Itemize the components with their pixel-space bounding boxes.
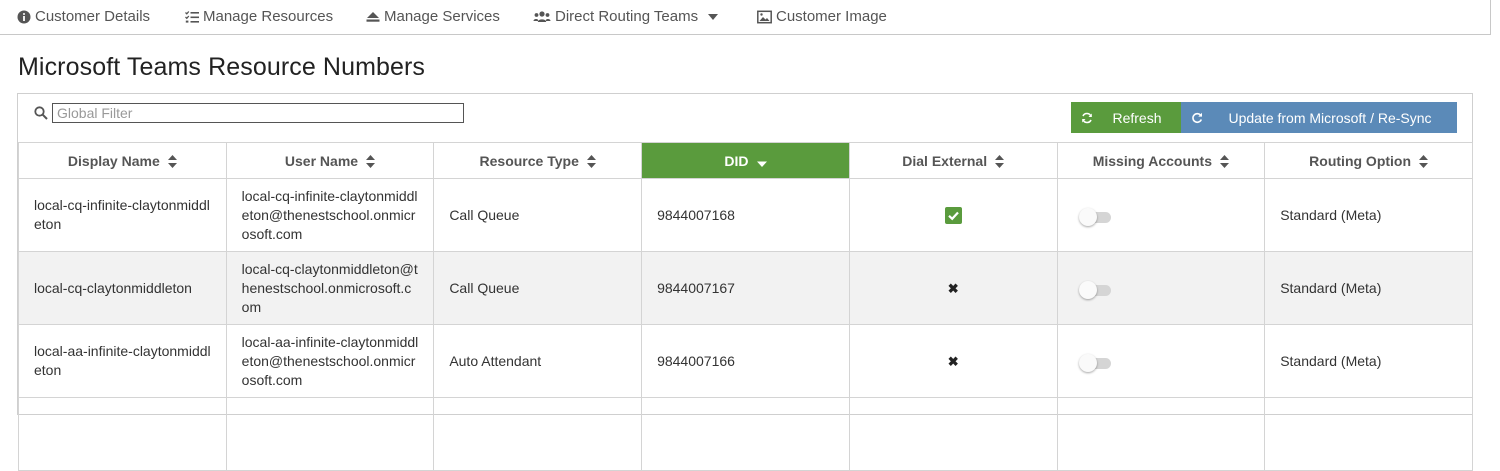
sort-icon [1220,155,1229,169]
cell-did: 9844007168 [641,178,850,252]
refresh-icon [1082,112,1092,123]
cell-missing-accounts [1056,178,1266,252]
cell-did: 9844007167 [641,251,850,325]
cell-routing-option: Standard (Meta) [1264,178,1473,252]
column-header-user-name[interactable]: User Name [225,142,435,179]
cell-resource-type: Call Queue [433,251,643,325]
sort-icon [366,155,376,169]
top-navigation: Customer Details Manage Resources Manage… [0,0,1491,35]
users-icon [533,10,551,22]
cell-user-name: local-cq-claytonmiddleton@thenestschool.… [225,251,435,325]
missing-accounts-toggle[interactable] [1073,207,1113,226]
cell-resource-type: Auto Attendant [433,324,643,398]
resource-numbers-panel: Refresh Update from Microsoft / Re-Sync … [17,93,1473,471]
nav-direct-routing-teams[interactable]: Direct Routing Teams [533,8,719,25]
caret-down-icon [708,13,719,20]
sync-icon [1192,112,1203,123]
column-header-did[interactable]: DID [641,142,850,179]
cell-did: 9844007166 [641,324,850,398]
sort-icon [1419,155,1429,169]
times-icon: ✖ [947,280,959,296]
cell-resource-type: Call Queue [433,178,643,252]
column-header-display-name[interactable]: Display Name [18,142,227,179]
column-header-routing-option[interactable]: Routing Option [1264,142,1473,179]
cell-dial-external: ✖ [848,251,1058,325]
nav-customer-image[interactable]: Customer Image [757,8,887,25]
info-circle-icon [17,10,31,23]
column-header-missing-accounts[interactable]: Missing Accounts [1056,142,1266,179]
sort-icon [586,155,596,169]
nav-label: Customer Image [776,8,887,25]
cell-display-name: local-cq-claytonmiddleton [18,251,227,325]
table-header-row: Display Name User Name Resource Type DID… [18,142,1473,179]
cell-display-name: local-cq-infinite-claytonmiddleton [18,178,227,252]
cell-routing-option: Standard (Meta) [1264,251,1473,325]
cell-display-name: local-aa-infinite-claytonmiddleton [18,324,227,398]
table-row [18,397,1473,471]
cell-dial-external: ✖ [848,324,1058,398]
missing-accounts-toggle[interactable] [1073,353,1113,372]
page-title: Microsoft Teams Resource Numbers [18,53,426,81]
sort-icon [995,155,1005,169]
list-check-icon [185,10,199,23]
missing-accounts-toggle[interactable] [1073,280,1113,299]
nav-customer-details[interactable]: Customer Details [17,8,150,25]
table-row[interactable]: local-cq-claytonmiddleton local-cq-clayt… [18,251,1473,325]
table-row[interactable]: local-aa-infinite-claytonmiddleton local… [18,324,1473,398]
refresh-button[interactable]: Refresh [1071,102,1181,133]
resource-numbers-table: Display Name User Name Resource Type DID… [18,142,1473,471]
nav-label: Direct Routing Teams [555,8,699,25]
cell-routing-option: Standard (Meta) [1264,324,1473,398]
cell-user-name: local-aa-infinite-claytonmiddleton@thene… [225,324,435,398]
checkmark-icon [947,212,959,221]
dial-external-checkbox-checked[interactable] [944,207,962,225]
nav-label: Manage Resources [203,8,334,25]
cell-missing-accounts [1056,324,1266,398]
stack-icon [366,11,380,22]
sort-descending-icon [756,161,767,168]
search-icon [34,106,48,120]
nav-manage-resources[interactable]: Manage Resources [185,8,333,25]
global-filter-input[interactable] [52,103,464,123]
cell-missing-accounts [1056,251,1266,325]
resync-button[interactable]: Update from Microsoft / Re-Sync [1181,102,1457,133]
sort-icon [167,155,177,169]
column-header-dial-external[interactable]: Dial External [848,142,1058,179]
cell-dial-external [848,178,1058,252]
nav-label: Customer Details [35,8,151,25]
nav-label: Manage Services [384,8,500,25]
table-row[interactable]: local-cq-infinite-claytonmiddleton local… [18,178,1473,252]
image-icon [757,10,772,23]
column-header-resource-type[interactable]: Resource Type [433,142,643,179]
resync-button-label: Update from Microsoft / Re-Sync [1228,109,1432,126]
times-icon: ✖ [947,353,959,369]
nav-manage-services[interactable]: Manage Services [366,8,500,25]
cell-user-name: local-cq-infinite-claytonmiddleton@thene… [225,178,435,252]
global-filter [34,103,464,123]
refresh-button-label: Refresh [1112,109,1162,126]
